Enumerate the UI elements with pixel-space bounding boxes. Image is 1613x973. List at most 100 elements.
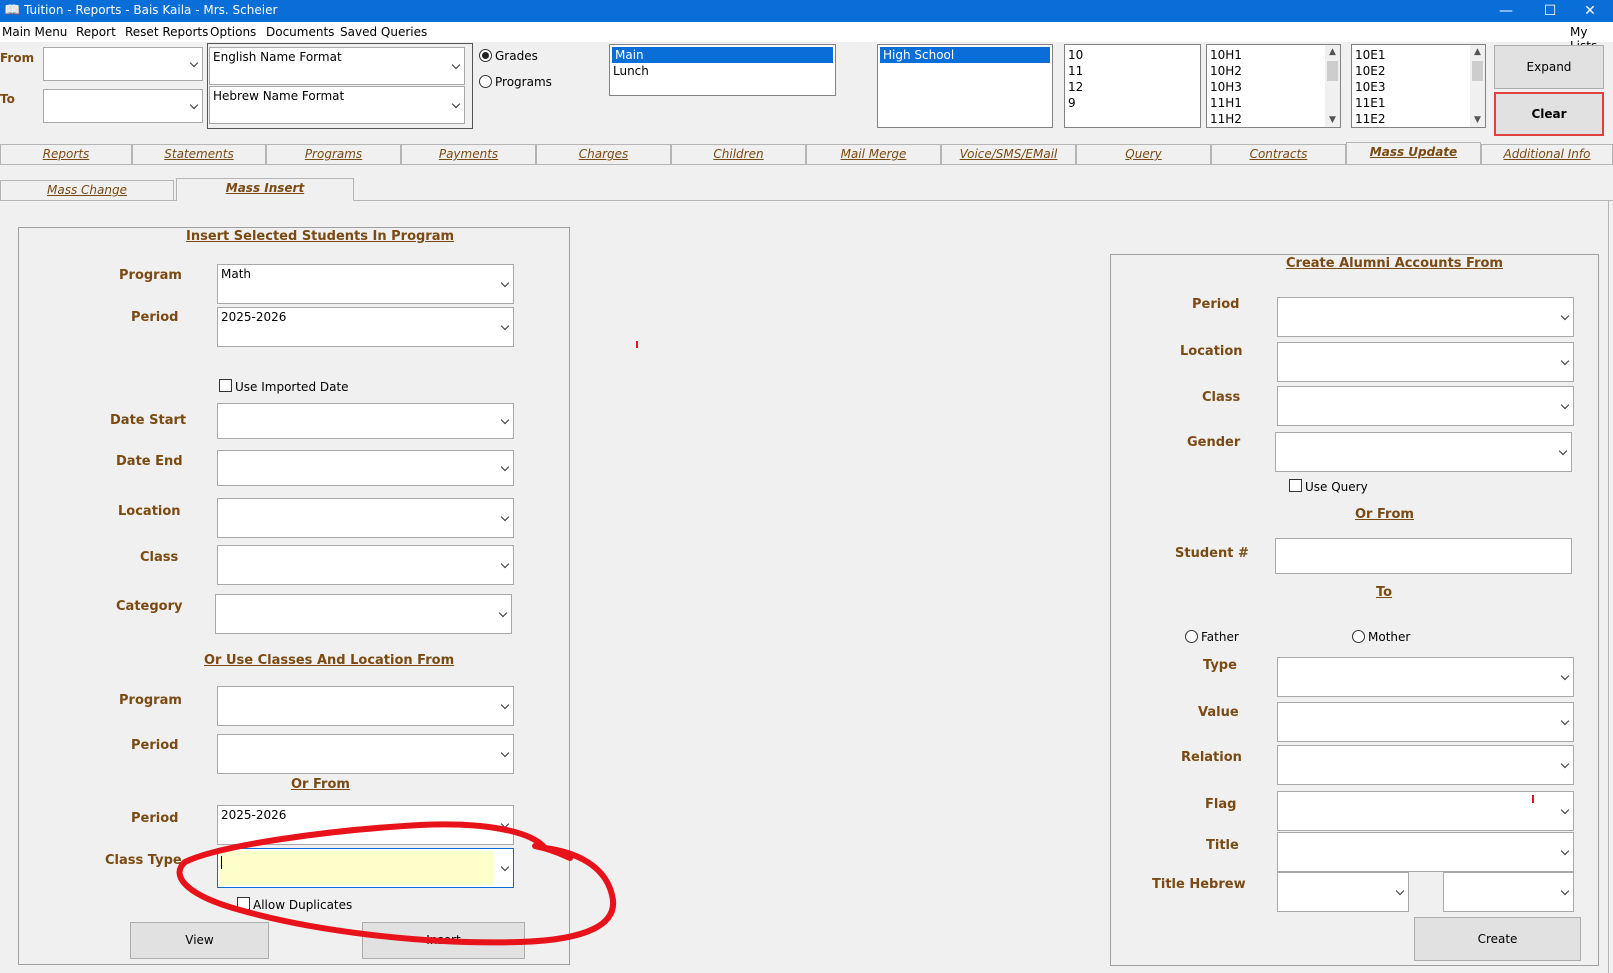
chevron-up-icon[interactable]: ▲	[1470, 45, 1485, 59]
from-combo[interactable]	[43, 47, 203, 81]
menu-report[interactable]: Report	[76, 25, 116, 39]
menu-main-menu[interactable]: Main Menu	[2, 25, 67, 39]
class-combo[interactable]	[217, 545, 514, 585]
list-item[interactable]: 11H2	[1207, 111, 1340, 127]
alumni-location-combo[interactable]	[1277, 342, 1574, 382]
chevron-up-icon[interactable]: ▲	[1325, 45, 1340, 59]
grades-radio[interactable]	[479, 49, 492, 62]
scrollbar-thumb[interactable]	[1327, 61, 1338, 81]
tab-mail-merge[interactable]: Mail Merge	[806, 144, 941, 164]
schools-listbox[interactable]: High School	[877, 44, 1053, 128]
title-hebrew-combo-1[interactable]	[1277, 872, 1409, 912]
tab-payments[interactable]: Payments	[401, 144, 536, 164]
maximize-icon[interactable]: ☐	[1528, 0, 1572, 22]
to-combo[interactable]	[43, 89, 203, 123]
panel-border-right	[1608, 200, 1609, 973]
view-button[interactable]: View	[130, 922, 269, 959]
program-combo[interactable]: Math	[217, 264, 514, 304]
title-combo[interactable]	[1277, 832, 1574, 872]
scrollbar[interactable]: ▲ ▼	[1470, 45, 1485, 127]
list-item[interactable]: 10H2	[1207, 63, 1340, 79]
student-number-input[interactable]	[1275, 538, 1572, 574]
list-item[interactable]: 11	[1065, 63, 1200, 79]
use-imported-date-checkbox[interactable]	[219, 379, 232, 392]
tab-reports[interactable]: Reports	[0, 144, 132, 164]
list-item[interactable]: 9	[1065, 95, 1200, 111]
list-item[interactable]: 10E3	[1352, 79, 1485, 95]
period-combo[interactable]: 2025-2026	[217, 307, 514, 347]
alumni-class-combo[interactable]	[1277, 386, 1574, 426]
classes-listbox-1[interactable]: 10H1 10H2 10H3 11H1 11H2 ▲ ▼	[1206, 44, 1341, 128]
chevron-down-icon[interactable]: ▼	[1325, 113, 1340, 127]
menu-documents[interactable]: Documents	[266, 25, 334, 39]
tab-query[interactable]: Query	[1076, 144, 1211, 164]
classes-listbox-2[interactable]: 10E1 10E2 10E3 11E1 11E2 ▲ ▼	[1351, 44, 1486, 128]
relation-combo[interactable]	[1277, 745, 1574, 785]
clear-selections-button[interactable]: Clear Selections	[1494, 92, 1604, 161]
minimize-icon[interactable]: —	[1484, 0, 1528, 22]
list-item[interactable]: Main	[612, 47, 833, 63]
title-hebrew-label: Title Hebrew	[1152, 877, 1246, 892]
tab-contracts[interactable]: Contracts	[1211, 144, 1346, 164]
list-item[interactable]: High School	[880, 47, 1050, 63]
tab-statements[interactable]: Statements	[132, 144, 266, 164]
value-combo[interactable]	[1277, 702, 1574, 742]
period3-combo[interactable]: 2025-2026	[217, 805, 514, 845]
period2-combo[interactable]	[217, 734, 514, 774]
insert-button[interactable]: Insert	[362, 922, 525, 959]
date-end-combo[interactable]	[217, 450, 514, 486]
list-item[interactable]: 10	[1065, 47, 1200, 63]
list-item[interactable]: Lunch	[610, 63, 835, 79]
type-label: Type	[1203, 658, 1237, 673]
programs-listbox[interactable]: Main Lunch	[609, 44, 836, 96]
allow-duplicates-checkbox[interactable]	[237, 897, 250, 910]
subtab-mass-insert[interactable]: Mass Insert	[176, 178, 354, 201]
list-item[interactable]: 12	[1065, 79, 1200, 95]
menu-options[interactable]: Options	[210, 25, 256, 39]
expand-button[interactable]: Expand	[1494, 45, 1604, 89]
date-start-combo[interactable]	[217, 403, 514, 439]
tab-programs[interactable]: Programs	[266, 144, 401, 164]
english-name-format-combo[interactable]: English Name Format	[209, 47, 465, 85]
chevron-down-icon	[1561, 848, 1569, 856]
chevron-down-icon[interactable]: ▼	[1470, 113, 1485, 127]
alumni-period-combo[interactable]	[1277, 297, 1574, 337]
or-use-classes-link: Or Use Classes And Location From	[204, 653, 455, 668]
scrollbar[interactable]: ▲ ▼	[1325, 45, 1340, 127]
close-icon[interactable]: ✕	[1568, 0, 1612, 22]
list-item[interactable]: 10E2	[1352, 63, 1485, 79]
subtab-mass-change[interactable]: Mass Change	[0, 180, 174, 200]
tab-charges[interactable]: Charges	[536, 144, 671, 164]
list-item[interactable]: 11H1	[1207, 95, 1340, 111]
use-query-checkbox[interactable]	[1289, 479, 1302, 492]
type-combo[interactable]	[1277, 657, 1574, 697]
menu-reset-reports[interactable]: Reset Reports	[125, 25, 208, 39]
class-type-combo[interactable]	[217, 848, 514, 888]
hebrew-name-format-combo[interactable]: Hebrew Name Format	[209, 86, 465, 124]
list-item[interactable]: 11E1	[1352, 95, 1485, 111]
list-item[interactable]: 10E1	[1352, 47, 1485, 63]
tab-additional-info[interactable]: Additional Info	[1481, 144, 1613, 164]
list-item[interactable]: 10H1	[1207, 47, 1340, 63]
location-combo[interactable]	[217, 498, 514, 538]
alumni-gender-combo[interactable]	[1275, 432, 1572, 472]
chevron-down-icon	[1559, 448, 1567, 456]
chevron-down-icon	[452, 101, 460, 109]
tab-voice-sms-email[interactable]: Voice/SMS/EMail	[941, 144, 1076, 164]
father-radio[interactable]	[1185, 630, 1198, 643]
grades-listbox[interactable]: 10 11 12 9	[1064, 44, 1201, 128]
flag-label: Flag	[1205, 797, 1237, 812]
program2-combo[interactable]	[217, 686, 514, 726]
mother-radio[interactable]	[1352, 630, 1365, 643]
scrollbar-thumb[interactable]	[1472, 61, 1483, 81]
menu-saved-queries[interactable]: Saved Queries	[340, 25, 427, 39]
create-button[interactable]: Create	[1414, 917, 1581, 961]
flag-combo[interactable]	[1277, 791, 1574, 831]
tab-mass-update[interactable]: Mass Update	[1346, 142, 1481, 164]
tab-children[interactable]: Children	[671, 144, 806, 164]
programs-radio[interactable]	[479, 75, 492, 88]
title-hebrew-combo-2[interactable]	[1443, 872, 1574, 912]
list-item[interactable]: 11E2	[1352, 111, 1485, 127]
category-combo[interactable]	[215, 594, 512, 634]
list-item[interactable]: 10H3	[1207, 79, 1340, 95]
